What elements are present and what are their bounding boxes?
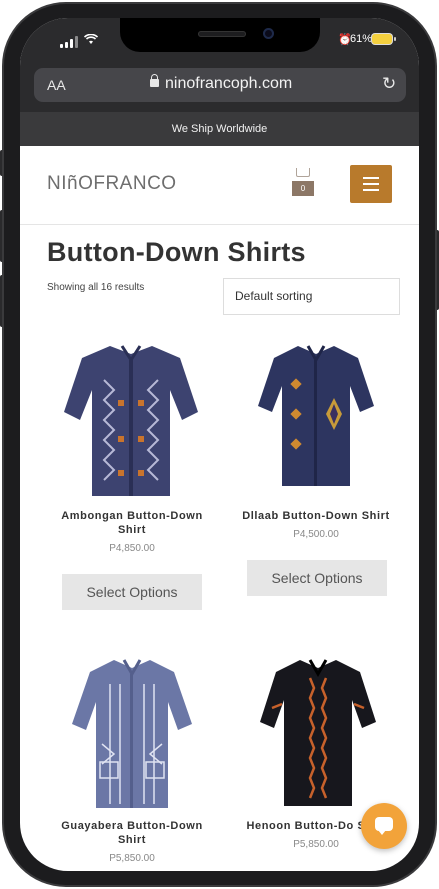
signal-icon <box>60 36 78 48</box>
camera <box>263 28 274 39</box>
hamburger-icon-line <box>363 189 379 191</box>
site-logo[interactable]: NIñOFRANCO <box>47 173 177 195</box>
phone-frame: ⏰ 61% AA ninofrancoph.com ↻ We Ship Worl… <box>0 0 439 889</box>
battery-percent: 61% <box>350 33 373 45</box>
product-card: Guayabera Button-Down Shirt P5,850.00 <box>47 819 217 864</box>
product-image-guayabera[interactable] <box>70 654 194 812</box>
browser-toolbar: AA ninofrancoph.com ↻ <box>20 64 419 112</box>
wifi-icon <box>83 33 99 48</box>
site-header: NIñOFRANCO 0 <box>20 146 419 225</box>
chat-button[interactable] <box>361 803 407 849</box>
product-card: Ambongan Button-Down Shirt P4,850.00 <box>47 509 217 554</box>
status-bar: ⏰ 61% <box>20 18 419 64</box>
url-text[interactable]: ninofrancoph.com <box>165 75 292 93</box>
reload-icon[interactable]: ↻ <box>382 74 396 94</box>
battery-icon <box>372 34 392 44</box>
chat-icon <box>375 817 393 835</box>
product-card: Dllaab Button-Down Shirt P4,500.00 <box>231 509 401 540</box>
product-image-dllaab[interactable] <box>256 340 376 490</box>
lock-icon <box>150 74 159 87</box>
hamburger-icon-line <box>363 183 379 185</box>
cart-basket-icon <box>296 168 310 177</box>
product-name[interactable]: Guayabera Button-Down Shirt <box>47 819 217 847</box>
results-count: Showing all 16 results <box>47 282 145 293</box>
select-options-button[interactable]: Select Options <box>247 560 387 596</box>
select-options-button[interactable]: Select Options <box>62 574 202 610</box>
product-image-henoon[interactable] <box>258 654 378 810</box>
product-price: P4,850.00 <box>109 543 155 554</box>
sort-select[interactable]: Default sorting <box>223 278 400 315</box>
cart-count-badge: 0 <box>292 181 314 196</box>
shipping-banner: We Ship Worldwide <box>20 112 419 146</box>
product-price: P5,850.00 <box>109 853 155 864</box>
speaker <box>198 31 246 37</box>
address-bar[interactable]: AA ninofrancoph.com ↻ <box>34 68 406 102</box>
cart-icon[interactable]: 0 <box>292 168 316 202</box>
product-name[interactable]: Dllaab Button-Down Shirt <box>231 509 401 523</box>
screen: ⏰ 61% AA ninofrancoph.com ↻ We Ship Worl… <box>20 18 419 871</box>
reader-aa-button[interactable]: AA <box>47 77 66 93</box>
hamburger-icon-line <box>363 177 379 179</box>
product-name[interactable]: Ambongan Button-Down Shirt <box>47 509 217 537</box>
product-image-ambongan[interactable] <box>62 340 200 500</box>
battery-tip <box>394 37 396 41</box>
product-price: P4,500.00 <box>293 529 339 540</box>
notch <box>120 18 320 52</box>
side-button-right <box>435 230 439 310</box>
page-title: Button-Down Shirts <box>47 237 306 267</box>
hamburger-menu-button[interactable] <box>350 165 392 203</box>
